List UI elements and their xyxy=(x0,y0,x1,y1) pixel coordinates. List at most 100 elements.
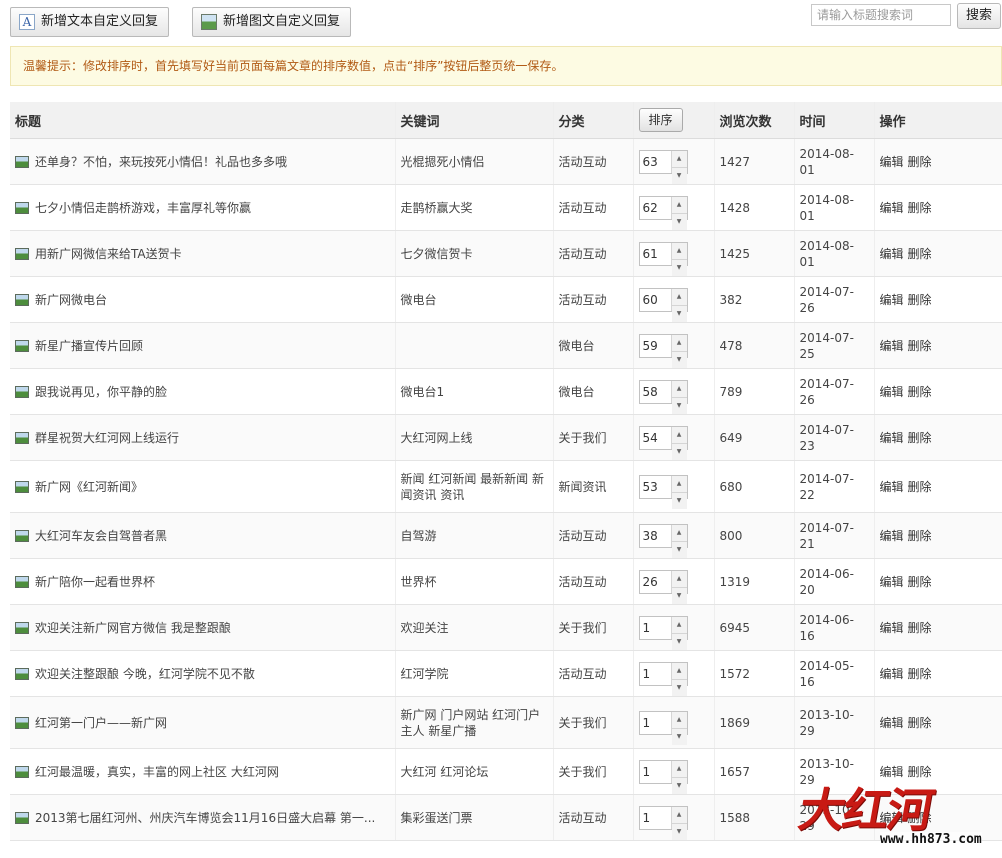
spinner-up-icon[interactable]: ▲ xyxy=(671,426,687,444)
sort-stepper[interactable]: ▲▼ xyxy=(638,661,688,696)
spinner-up-icon[interactable]: ▲ xyxy=(671,806,687,824)
spinner-down-icon[interactable]: ▼ xyxy=(671,679,687,696)
edit-link[interactable]: 编辑 xyxy=(880,765,904,779)
sort-stepper[interactable]: ▲▼ xyxy=(638,710,688,745)
row-title[interactable]: 红河最温暖，真实，丰富的网上社区 大红河网 xyxy=(35,764,279,780)
sort-value-input[interactable] xyxy=(639,616,671,639)
sort-stepper[interactable]: ▲▼ xyxy=(638,759,688,794)
row-title[interactable]: 群星祝贺大红河网上线运行 xyxy=(35,430,179,446)
sort-value-input[interactable] xyxy=(639,380,671,403)
row-title[interactable]: 新广陪你一起看世界杯 xyxy=(35,574,155,590)
row-title[interactable]: 还单身？不怕，来玩按死小情侣！礼品也多多哦 xyxy=(35,154,287,170)
delete-link[interactable]: 删除 xyxy=(908,385,932,399)
sort-value-input[interactable] xyxy=(639,242,671,265)
spinner-down-icon[interactable]: ▼ xyxy=(671,823,687,840)
row-title[interactable]: 七夕小情侣走鹊桥游戏，丰富厚礼等你赢 xyxy=(35,200,251,216)
delete-link[interactable]: 删除 xyxy=(908,716,932,730)
search-input[interactable] xyxy=(811,4,951,26)
row-title[interactable]: 跟我说再见，你平静的脸 xyxy=(35,384,167,400)
add-pic-reply-button[interactable]: 新增图文自定义回复 xyxy=(192,7,352,37)
spinner-up-icon[interactable]: ▲ xyxy=(671,288,687,306)
sort-stepper[interactable]: ▲▼ xyxy=(638,149,688,184)
edit-link[interactable]: 编辑 xyxy=(880,155,904,169)
spinner-down-icon[interactable]: ▼ xyxy=(671,259,687,276)
spinner-up-icon[interactable]: ▲ xyxy=(671,334,687,352)
delete-link[interactable]: 删除 xyxy=(908,293,932,307)
spinner-up-icon[interactable]: ▲ xyxy=(671,196,687,214)
sort-stepper[interactable]: ▲▼ xyxy=(638,379,688,414)
edit-link[interactable]: 编辑 xyxy=(880,811,904,825)
spinner-down-icon[interactable]: ▼ xyxy=(671,167,687,184)
edit-link[interactable]: 编辑 xyxy=(880,716,904,730)
edit-link[interactable]: 编辑 xyxy=(880,339,904,353)
spinner-up-icon[interactable]: ▲ xyxy=(671,616,687,634)
edit-link[interactable]: 编辑 xyxy=(880,480,904,494)
sort-stepper[interactable]: ▲▼ xyxy=(638,569,688,604)
spinner-down-icon[interactable]: ▼ xyxy=(671,443,687,460)
delete-link[interactable]: 删除 xyxy=(908,431,932,445)
spinner-down-icon[interactable]: ▼ xyxy=(671,492,687,509)
spinner-up-icon[interactable]: ▲ xyxy=(671,711,687,729)
sort-value-input[interactable] xyxy=(639,334,671,357)
spinner-down-icon[interactable]: ▼ xyxy=(671,777,687,794)
spinner-down-icon[interactable]: ▼ xyxy=(671,633,687,650)
spinner-down-icon[interactable]: ▼ xyxy=(671,541,687,558)
sort-stepper[interactable]: ▲▼ xyxy=(638,523,688,558)
delete-link[interactable]: 删除 xyxy=(908,575,932,589)
sort-button[interactable]: 排序 xyxy=(638,108,683,132)
edit-link[interactable]: 编辑 xyxy=(880,385,904,399)
sort-value-input[interactable] xyxy=(639,760,671,783)
delete-link[interactable]: 删除 xyxy=(908,480,932,494)
sort-value-input[interactable] xyxy=(639,288,671,311)
row-title[interactable]: 2013第七届红河州、州庆汽车博览会11月16日盛大启幕 第一... xyxy=(35,810,375,826)
edit-link[interactable]: 编辑 xyxy=(880,293,904,307)
edit-link[interactable]: 编辑 xyxy=(880,667,904,681)
row-title[interactable]: 新广网微电台 xyxy=(35,292,107,308)
row-title[interactable]: 大红河车友会自驾普者黑 xyxy=(35,528,167,544)
row-title[interactable]: 欢迎关注整跟酿 今晚，红河学院不见不散 xyxy=(35,666,255,682)
sort-stepper[interactable]: ▲▼ xyxy=(638,805,688,840)
edit-link[interactable]: 编辑 xyxy=(880,529,904,543)
sort-value-input[interactable] xyxy=(639,150,671,173)
search-button[interactable]: 搜索 xyxy=(957,3,1001,29)
sort-stepper[interactable]: ▲▼ xyxy=(638,425,688,460)
spinner-down-icon[interactable]: ▼ xyxy=(671,728,687,745)
add-text-reply-button[interactable]: A 新增文本自定义回复 xyxy=(10,7,170,37)
delete-link[interactable]: 删除 xyxy=(908,621,932,635)
sort-stepper[interactable]: ▲▼ xyxy=(638,195,688,230)
delete-link[interactable]: 删除 xyxy=(908,811,932,825)
sort-stepper[interactable]: ▲▼ xyxy=(638,287,688,322)
row-title[interactable]: 新广网《红河新闻》 xyxy=(35,479,143,495)
delete-link[interactable]: 删除 xyxy=(908,155,932,169)
spinner-up-icon[interactable]: ▲ xyxy=(671,570,687,588)
delete-link[interactable]: 删除 xyxy=(908,667,932,681)
sort-value-input[interactable] xyxy=(639,196,671,219)
sort-value-input[interactable] xyxy=(639,662,671,685)
sort-value-input[interactable] xyxy=(639,475,671,498)
edit-link[interactable]: 编辑 xyxy=(880,621,904,635)
sort-value-input[interactable] xyxy=(639,570,671,593)
sort-stepper[interactable]: ▲▼ xyxy=(638,615,688,650)
edit-link[interactable]: 编辑 xyxy=(880,201,904,215)
delete-link[interactable]: 删除 xyxy=(908,201,932,215)
row-title[interactable]: 新星广播宣传片回顾 xyxy=(35,338,143,354)
row-title[interactable]: 红河第一门户——新广网 xyxy=(35,715,167,731)
delete-link[interactable]: 删除 xyxy=(908,529,932,543)
delete-link[interactable]: 删除 xyxy=(908,765,932,779)
spinner-up-icon[interactable]: ▲ xyxy=(671,150,687,168)
spinner-up-icon[interactable]: ▲ xyxy=(671,475,687,493)
edit-link[interactable]: 编辑 xyxy=(880,431,904,445)
edit-link[interactable]: 编辑 xyxy=(880,575,904,589)
row-title[interactable]: 欢迎关注新广网官方微信 我是整跟酿 xyxy=(35,620,231,636)
spinner-down-icon[interactable]: ▼ xyxy=(671,351,687,368)
spinner-down-icon[interactable]: ▼ xyxy=(671,587,687,604)
sort-value-input[interactable] xyxy=(639,426,671,449)
sort-stepper[interactable]: ▲▼ xyxy=(638,474,688,509)
sort-value-input[interactable] xyxy=(639,806,671,829)
spinner-down-icon[interactable]: ▼ xyxy=(671,213,687,230)
sort-value-input[interactable] xyxy=(639,711,671,734)
spinner-up-icon[interactable]: ▲ xyxy=(671,242,687,260)
sort-stepper[interactable]: ▲▼ xyxy=(638,333,688,368)
sort-value-input[interactable] xyxy=(639,524,671,547)
spinner-down-icon[interactable]: ▼ xyxy=(671,305,687,322)
